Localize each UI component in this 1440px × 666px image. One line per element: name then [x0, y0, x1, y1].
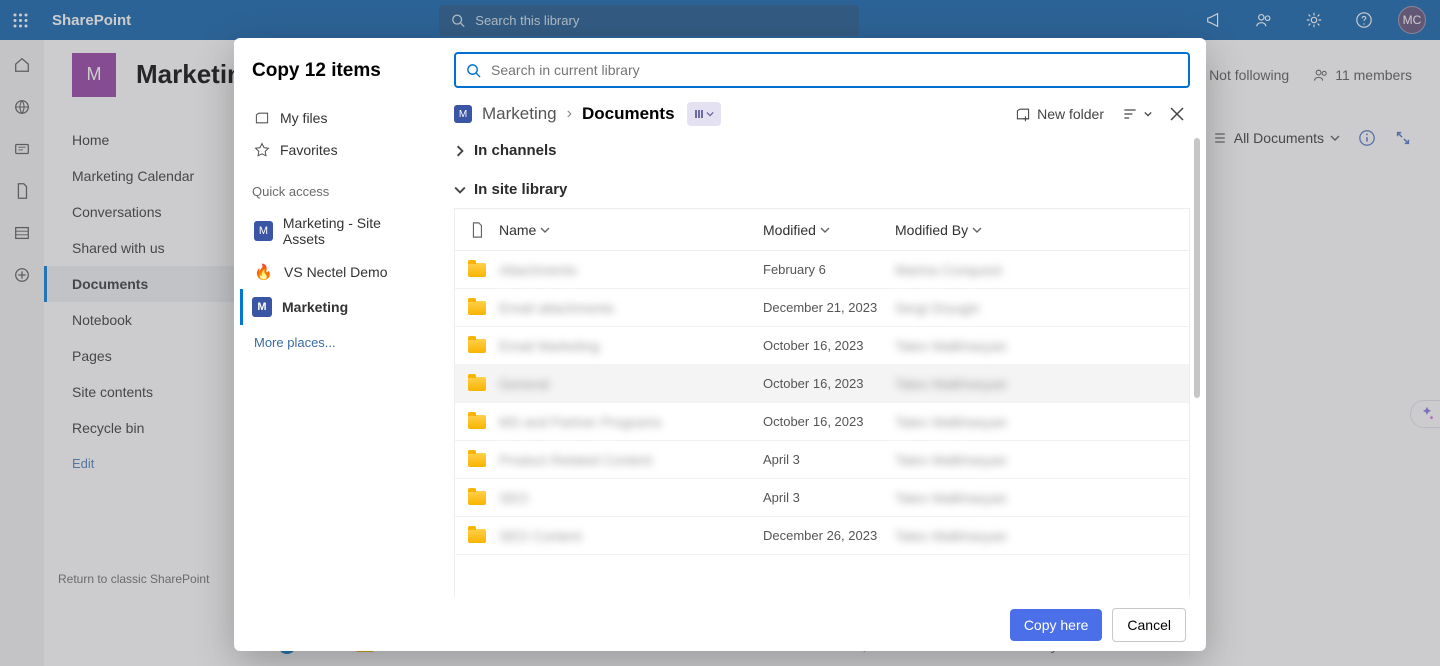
my-files-label: My files [280, 110, 327, 126]
folder-row[interactable]: SEO April 3 Tatev Malkhasyan [455, 479, 1189, 517]
section-in-channels[interactable]: In channels [454, 142, 1190, 159]
section-site-label: In site library [474, 181, 567, 198]
row-modified: April 3 [763, 490, 800, 505]
breadcrumb: M Marketing › Documents New folder [454, 102, 1190, 126]
row-modified-by: Tatev Malkhasyan [895, 490, 1007, 506]
dialog-search-input[interactable] [491, 62, 1178, 78]
row-modified: December 21, 2023 [763, 300, 877, 315]
row-name: SEO Content [499, 528, 582, 544]
crumb-site[interactable]: Marketing [482, 104, 557, 124]
dialog-search[interactable] [454, 52, 1190, 88]
folder-icon [468, 377, 486, 391]
col-modified[interactable]: Modified [763, 222, 895, 238]
row-modified-by: Tatev Malkhasyan [895, 452, 1007, 468]
col-name-label: Name [499, 222, 536, 238]
favorites-item[interactable]: Favorites [252, 134, 420, 166]
quick-access-label: Quick access [252, 184, 420, 199]
col-name[interactable]: Name [499, 222, 763, 238]
row-name: SEO [499, 490, 529, 506]
row-name: MS and Partner Programs [499, 414, 662, 430]
row-name: Product Related Content [499, 452, 652, 468]
row-modified: December 26, 2023 [763, 528, 877, 543]
row-name: Email Marketing [499, 338, 599, 354]
row-modified: February 6 [763, 262, 826, 277]
folder-grid: Name Modified Modified By Attachments Feb… [454, 208, 1190, 597]
quick-item-marketing[interactable]: MMarketing [240, 289, 420, 325]
row-modified: October 16, 2023 [763, 338, 863, 353]
my-files-item[interactable]: My files [252, 102, 420, 134]
crumb-library: Documents [582, 104, 675, 124]
row-name: Attachments [499, 262, 577, 278]
folder-row[interactable]: Product Related Content April 3 Tatev Malk… [455, 441, 1189, 479]
folder-icon [468, 301, 486, 315]
cancel-button[interactable]: Cancel [1112, 608, 1186, 642]
scrollbar[interactable] [1194, 138, 1200, 398]
folder-icon [468, 491, 486, 505]
row-modified: October 16, 2023 [763, 376, 863, 391]
row-modified-by: Tatev Malkhasyan [895, 528, 1007, 544]
folder-icon [468, 415, 486, 429]
folder-row[interactable]: General October 16, 2023 Tatev Malkhasyan [455, 365, 1189, 403]
new-folder-button[interactable]: New folder [1015, 106, 1104, 122]
folder-icon [468, 263, 486, 277]
folder-icon [468, 453, 486, 467]
folder-row[interactable]: Email Marketing October 16, 2023 Tatev Mal… [455, 327, 1189, 365]
new-folder-label: New folder [1037, 106, 1104, 122]
dialog-footer: Copy here Cancel [234, 597, 1206, 651]
dialog-title: Copy 12 items [252, 60, 420, 82]
copy-here-button[interactable]: Copy here [1010, 609, 1103, 641]
folder-icon [468, 529, 486, 543]
grid-header: Name Modified Modified By [455, 209, 1189, 251]
chevron-right-icon: › [567, 105, 572, 123]
site-badge-icon: M [454, 105, 472, 123]
section-in-site-library[interactable]: In site library [454, 181, 1190, 198]
favorites-label: Favorites [280, 142, 338, 158]
col-modified-by[interactable]: Modified By [895, 222, 1055, 238]
copy-dialog: Copy 12 items My files Favorites Quick a… [234, 38, 1206, 651]
folder-row[interactable]: SEO Content December 26, 2023 Tatev Malkha… [455, 517, 1189, 555]
row-modified: October 16, 2023 [763, 414, 863, 429]
quick-item-vs-nectel-demo[interactable]: 🔥VS Nectel Demo [252, 255, 420, 289]
close-button[interactable] [1170, 107, 1190, 121]
folder-row[interactable]: Attachments February 6 Marina Conquest [455, 251, 1189, 289]
folder-row[interactable]: MS and Partner Programs October 16, 2023 T… [455, 403, 1189, 441]
more-places-link[interactable]: More places... [252, 325, 420, 360]
row-modified-by: Tatev Malkhasyan [895, 338, 1007, 354]
col-modified-label: Modified [763, 222, 816, 238]
quick-item-label: VS Nectel Demo [284, 264, 387, 280]
quick-item-label: Marketing - Site Assets [283, 215, 418, 247]
dialog-nav-pane: Copy 12 items My files Favorites Quick a… [234, 38, 438, 597]
quick-item-marketing-site-assets[interactable]: MMarketing - Site Assets [252, 207, 420, 255]
layout-toggle[interactable] [687, 102, 721, 126]
section-channels-label: In channels [474, 142, 557, 159]
row-modified-by: Tatev Malkhasyan [895, 414, 1007, 430]
row-modified-by: Sergi Dryugin [895, 300, 980, 316]
folder-icon [468, 339, 486, 353]
folder-row[interactable]: Email attachments December 21, 2023 Sergi … [455, 289, 1189, 327]
row-name: General [499, 376, 549, 392]
sort-options-button[interactable] [1122, 106, 1152, 122]
row-modified-by: Tatev Malkhasyan [895, 376, 1007, 392]
col-type-icon[interactable] [455, 222, 499, 238]
dialog-content-pane: M Marketing › Documents New folder [438, 38, 1206, 597]
col-by-label: Modified By [895, 222, 968, 238]
quick-item-label: Marketing [282, 299, 348, 315]
row-modified-by: Marina Conquest [895, 262, 1002, 278]
row-modified: April 3 [763, 452, 800, 467]
row-name: Email attachments [499, 300, 614, 316]
